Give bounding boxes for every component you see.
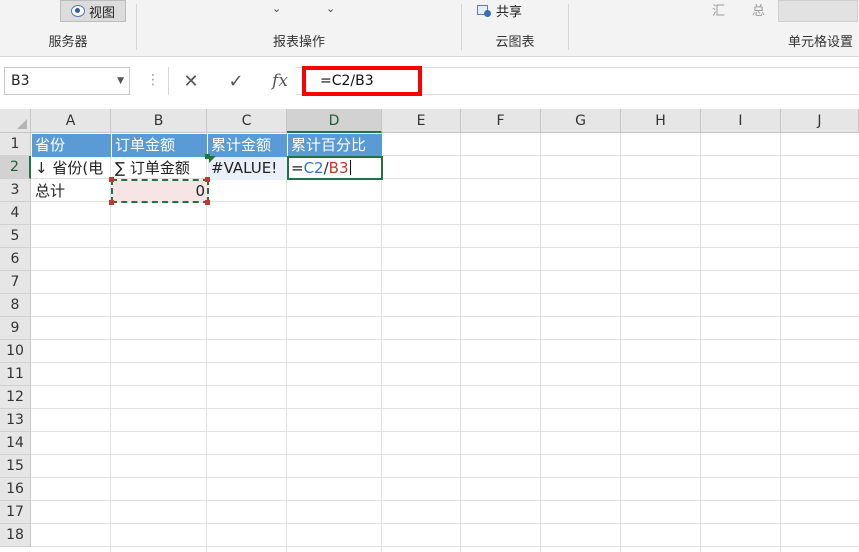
- column-header-h[interactable]: H: [621, 109, 701, 133]
- chevron-down-icon[interactable]: ▼: [117, 68, 124, 94]
- close-icon: ✕: [183, 70, 199, 92]
- column-header-e[interactable]: E: [382, 109, 461, 133]
- row-header-17[interactable]: 17: [0, 501, 31, 524]
- ref-handle[interactable]: [205, 154, 210, 159]
- gridline: [31, 247, 859, 248]
- ribbon-group-report-ops: 报表操作: [137, 0, 461, 56]
- check-icon: ✓: [228, 70, 244, 92]
- select-all-button[interactable]: [0, 109, 31, 133]
- gridline: [31, 523, 859, 524]
- cell-b2[interactable]: ∑ 订单金额: [112, 157, 208, 180]
- name-box[interactable]: B3 ▼: [4, 67, 130, 95]
- gridline: [286, 133, 287, 552]
- gridline: [31, 270, 859, 271]
- active-cell-border: [287, 156, 383, 180]
- ref-handle[interactable]: [205, 177, 210, 182]
- row-header-3[interactable]: 3: [0, 179, 31, 202]
- cell-c1[interactable]: 累计金额: [208, 134, 288, 157]
- column-header-j[interactable]: J: [781, 109, 859, 133]
- row-header-7[interactable]: 7: [0, 271, 31, 294]
- column-header-f[interactable]: F: [461, 109, 541, 133]
- cell-a3[interactable]: 总计: [32, 180, 112, 203]
- ribbon-group-cloud-chart: 云图表: [462, 0, 568, 56]
- gridline: [31, 408, 859, 409]
- column-header-a[interactable]: A: [31, 109, 111, 133]
- ribbon-group-label: 单元格设置: [787, 35, 853, 50]
- gridline: [780, 133, 781, 552]
- row-header-14[interactable]: 14: [0, 432, 31, 455]
- column-header-c[interactable]: C: [207, 109, 287, 133]
- row-header-15[interactable]: 15: [0, 455, 31, 478]
- gridline: [540, 133, 541, 552]
- reference-marquee: [111, 179, 209, 203]
- gridline: [31, 224, 859, 225]
- column-header-g[interactable]: G: [541, 109, 621, 133]
- row-header-5[interactable]: 5: [0, 225, 31, 248]
- cell-c2[interactable]: #VALUE!: [208, 157, 288, 180]
- formula-input[interactable]: =C2/B3: [302, 66, 422, 96]
- row-header-8[interactable]: 8: [0, 294, 31, 317]
- row-header-6[interactable]: 6: [0, 248, 31, 271]
- ref-handle[interactable]: [205, 200, 210, 205]
- cell-b1[interactable]: 订单金额: [112, 134, 208, 157]
- row-header-1[interactable]: 1: [0, 133, 31, 156]
- row-header-12[interactable]: 12: [0, 386, 31, 409]
- gridline: [31, 546, 859, 547]
- gridline: [31, 316, 859, 317]
- row-header-11[interactable]: 11: [0, 363, 31, 386]
- gridline: [460, 133, 461, 552]
- gridline: [31, 454, 859, 455]
- error-indicator-icon[interactable]: [209, 156, 216, 163]
- column-header-d[interactable]: D: [287, 109, 382, 133]
- ribbon-group-label: 服务器: [48, 35, 88, 50]
- cell-a2[interactable]: ↓ 省份(电: [32, 157, 112, 180]
- gridline: [31, 339, 859, 340]
- row-header-2[interactable]: 2: [0, 156, 31, 179]
- ribbon-group-cell-settings: 单元格设置: [569, 0, 859, 56]
- gridline: [620, 133, 621, 552]
- formula-bar-divider: [168, 67, 169, 95]
- cancel-button[interactable]: ✕: [176, 67, 206, 95]
- name-box-value: B3: [11, 73, 30, 89]
- insert-function-button[interactable]: fx: [265, 67, 295, 95]
- function-icon: fx: [272, 71, 288, 91]
- gridline: [31, 362, 859, 363]
- formula-text: =C2/B3: [320, 73, 374, 89]
- formula-bar: B3 ▼ ⋮ ✕ ✓ fx =C2/B3: [0, 57, 859, 109]
- gridline: [31, 385, 859, 386]
- row-header-9[interactable]: 9: [0, 317, 31, 340]
- column-header-b[interactable]: B: [111, 109, 207, 133]
- row-header-13[interactable]: 13: [0, 409, 31, 432]
- ref-handle[interactable]: [109, 177, 114, 182]
- enter-button[interactable]: ✓: [221, 67, 251, 95]
- gridline: [381, 133, 382, 552]
- gridline: [31, 500, 859, 501]
- ribbon-group-server: 服务器: [0, 0, 136, 56]
- gridline: [700, 133, 701, 552]
- ribbon-group-label: 云图表: [495, 35, 535, 50]
- column-header-i[interactable]: I: [701, 109, 781, 133]
- ribbon-group-label: 报表操作: [272, 35, 325, 50]
- cell-a1[interactable]: 省份: [32, 134, 112, 157]
- ref-handle[interactable]: [109, 200, 114, 205]
- cell-d1[interactable]: 累计百分比: [288, 134, 382, 157]
- row-header-4[interactable]: 4: [0, 202, 31, 225]
- row-header-10[interactable]: 10: [0, 340, 31, 363]
- row-header-16[interactable]: 16: [0, 478, 31, 501]
- gridline: [31, 293, 859, 294]
- row-header-18[interactable]: 18: [0, 524, 31, 547]
- ribbon: 视图 服务器 ⌄ ⌄ 报表操作 共享 云图表 汇 总 单元格设置: [0, 0, 859, 57]
- gridline: [31, 431, 859, 432]
- gridline: [31, 477, 859, 478]
- drag-handle-icon[interactable]: ⋮: [146, 73, 160, 87]
